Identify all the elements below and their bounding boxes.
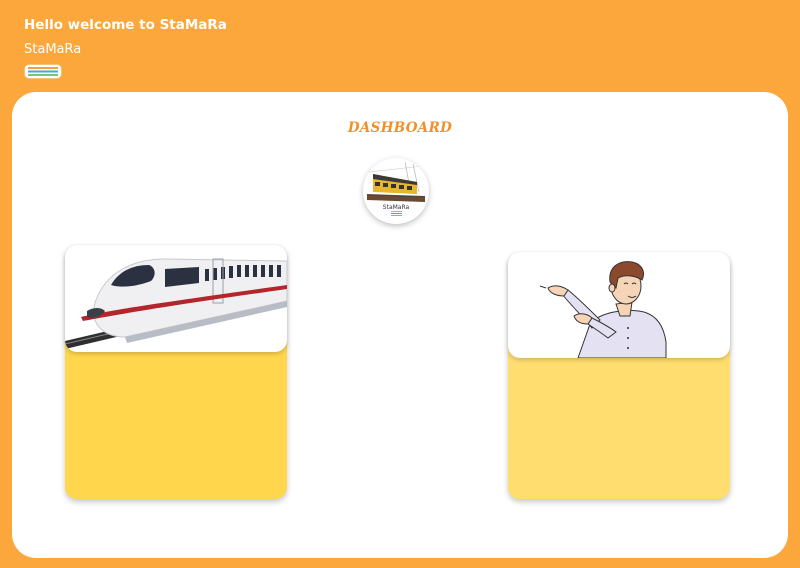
person-card-image <box>508 252 730 358</box>
train-card-image <box>65 245 287 352</box>
dashboard-panel: DASHBOARD StaMaRa <box>12 92 788 558</box>
person-presenting-illustration <box>539 261 667 358</box>
person-card[interactable] <box>508 252 730 499</box>
dashboard-title: DASHBOARD <box>347 120 453 136</box>
top-header: Hello welcome to StaMaRa StaMaRa <box>24 16 227 79</box>
brand-name: StaMaRa <box>24 42 82 57</box>
menu-button[interactable] <box>24 64 62 79</box>
menu-stripes-icon <box>28 67 58 76</box>
welcome-greeting: Hello welcome to StaMaRa <box>24 17 227 33</box>
logo-text: StaMaRa <box>383 204 410 211</box>
stamara-logo: StaMaRa <box>363 158 429 224</box>
train-illustration <box>65 258 287 349</box>
train-card[interactable] <box>65 245 287 499</box>
